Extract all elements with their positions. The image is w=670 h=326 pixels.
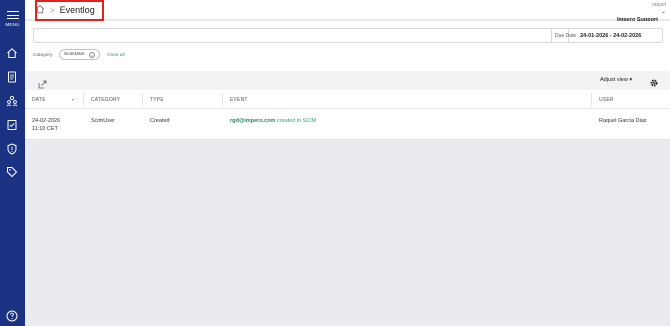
category-cell: ScimUser xyxy=(91,118,115,124)
eventlog-table: DATE ▾ CATEGORY TYPE EVENT USER 24-02-20… xyxy=(25,90,670,140)
due-date-filter[interactable]: Due Date 24-01-2026 - 24-02-2026 xyxy=(551,28,663,43)
gear-icon[interactable] xyxy=(649,75,659,87)
user-cell: Raquel Garcia Diaz xyxy=(599,118,647,124)
top-header: > Eventlog raquel Impero Support⌄ xyxy=(25,0,670,23)
type-cell: Created xyxy=(150,118,170,124)
highlight-annotation xyxy=(35,0,104,21)
column-divider xyxy=(142,93,143,106)
export-icon[interactable] xyxy=(38,76,47,89)
hamburger-icon xyxy=(6,11,19,19)
menu-button[interactable]: MENU xyxy=(0,11,25,33)
sidebar: MENU xyxy=(0,0,25,326)
column-header-date[interactable]: DATE xyxy=(32,90,46,109)
date-range-value: 24-01-2026 - 24-02-2026 xyxy=(580,32,642,39)
document-icon[interactable] xyxy=(5,70,19,84)
column-header-event[interactable]: EVENT xyxy=(230,90,248,109)
column-divider xyxy=(222,93,223,106)
column-header-user[interactable]: USER xyxy=(599,90,614,109)
adjust-view-button[interactable]: Adjust view ▾ xyxy=(600,77,632,83)
caret-down-icon: ▾ xyxy=(629,77,633,83)
help-icon[interactable] xyxy=(5,309,19,323)
alert-shield-icon[interactable] xyxy=(5,142,19,156)
adjust-view-label: Adjust view xyxy=(600,77,628,83)
table-toolbar: Adjust view ▾ xyxy=(25,71,670,90)
column-divider xyxy=(591,93,592,106)
checklist-icon[interactable] xyxy=(5,118,19,132)
event-time: 11:10 CET xyxy=(32,126,58,132)
filter-panel: Due Date 24-01-2026 - 24-02-2026 Categor… xyxy=(25,21,670,71)
sort-caret-icon[interactable]: ▾ xyxy=(72,97,74,102)
table-header: DATE ▾ CATEGORY TYPE EVENT USER xyxy=(25,90,670,109)
event-cell: rgd@impero.com created in SCIM xyxy=(230,117,316,125)
search-input[interactable] xyxy=(33,28,569,43)
remove-chip-icon[interactable]: × xyxy=(88,51,95,58)
people-icon[interactable] xyxy=(5,94,19,108)
tag-icon[interactable] xyxy=(5,165,19,179)
category-label: Category xyxy=(33,53,53,58)
chevron-down-icon: ⌄ xyxy=(660,9,666,15)
column-header-category[interactable]: CATEGORY xyxy=(91,90,120,109)
table-row[interactable]: 24-02-2026 11:10 CET ScimUser Created rg… xyxy=(25,109,670,140)
event-date: 24-02-2026 xyxy=(32,118,61,124)
menu-label: MENU xyxy=(5,22,20,27)
category-chip-label: ScimUser xyxy=(64,52,85,57)
column-header-type[interactable]: TYPE xyxy=(150,90,164,109)
event-email-link[interactable]: rgd@impero.com xyxy=(230,118,275,124)
event-description: created in SCIM xyxy=(276,118,317,124)
clear-all-link[interactable]: Clear all xyxy=(107,53,125,58)
date-filter-label: Due Date xyxy=(555,32,577,39)
column-divider xyxy=(83,93,84,106)
user-name: raquel xyxy=(652,2,666,8)
category-chip[interactable]: ScimUser × xyxy=(59,49,100,60)
date-cell: 24-02-2026 11:10 CET xyxy=(32,117,60,133)
home-icon[interactable] xyxy=(5,46,19,60)
